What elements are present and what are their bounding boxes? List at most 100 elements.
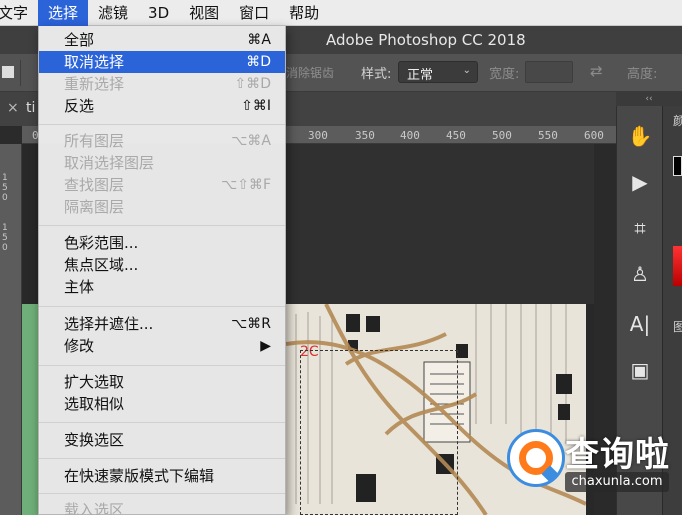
ruler-tick: 5: [2, 233, 8, 243]
menu-item-label: 查找图层: [64, 176, 125, 194]
ruler-tick: 400: [400, 129, 420, 142]
menu-item-label: 修改: [64, 337, 95, 355]
menu-item-all-layers[interactable]: 所有图层 ⌥⌘A: [39, 130, 285, 152]
menu-item-label: 取消选择: [64, 53, 125, 71]
menu-item-quick-mask[interactable]: 在快速蒙版模式下编辑: [39, 465, 285, 487]
menu-separator: [39, 458, 285, 459]
crop-icon[interactable]: ⌗: [626, 214, 654, 242]
menu-separator: [39, 422, 285, 423]
menu-item-deselect[interactable]: 取消选择 ⌘D: [39, 51, 285, 73]
ruler-tick: 0: [2, 243, 8, 253]
menu-item-shortcut: ⌘A: [247, 32, 271, 48]
style-value: 正常: [407, 68, 434, 83]
menu-item-color-range[interactable]: 色彩范围...: [39, 232, 285, 254]
stamp-icon[interactable]: ♙: [626, 260, 654, 288]
color-panel-label[interactable]: 颜: [673, 112, 682, 129]
canvas-pasteboard: [286, 144, 594, 304]
menu-item-shortcut: ⌥⌘A: [231, 133, 271, 149]
menu-item-transform-selection[interactable]: 变换选区: [39, 429, 285, 451]
brush-tool-icon[interactable]: ✋: [626, 122, 654, 150]
color-ramp[interactable]: [673, 246, 682, 286]
menu-separator: [39, 365, 285, 366]
screen: 文字 选择 滤镜 3D 视图 窗口 帮助 Adobe Photoshop CC …: [0, 0, 682, 515]
menu-item-shortcut: ⌥⌘R: [231, 316, 271, 332]
menu-item-modify[interactable]: 修改 ▶: [39, 335, 285, 357]
style-select[interactable]: 正常 ⌄: [398, 61, 478, 83]
menu-separator: [39, 225, 285, 226]
ruler-tick: 5: [2, 183, 8, 193]
menu-item-shortcut: ⇧⌘D: [234, 76, 271, 92]
menu-item-label: 所有图层: [64, 132, 125, 150]
swap-icon[interactable]: ⇄: [590, 62, 603, 80]
3d-cube-icon[interactable]: ▣: [626, 356, 654, 384]
menu-item-inverse[interactable]: 反选 ⇧⌘I: [39, 95, 285, 117]
menu-view[interactable]: 视图: [179, 0, 229, 26]
document-tab[interactable]: ti: [26, 100, 35, 116]
ruler-tick: 550: [538, 129, 558, 142]
menu-item-similar[interactable]: 选取相似: [39, 393, 285, 415]
menu-item-label: 全部: [64, 31, 95, 49]
selection-mode-icon[interactable]: [2, 66, 14, 78]
ruler-tick: 0: [2, 193, 8, 203]
menu-separator: [39, 306, 285, 307]
menu-type[interactable]: 文字: [0, 0, 38, 26]
ruler-tick: 1: [2, 173, 8, 183]
menu-item-label: 焦点区域...: [64, 256, 139, 274]
submenu-arrow-icon: ▶: [260, 338, 271, 354]
chevron-down-icon: ⌄: [462, 65, 471, 76]
menu-item-select-and-mask[interactable]: 选择并遮住... ⌥⌘R: [39, 313, 285, 335]
menu-item-find-layers[interactable]: 查找图层 ⌥⇧⌘F: [39, 174, 285, 196]
menu-item-deselect-layers[interactable]: 取消选择图层: [39, 152, 285, 174]
menu-item-shortcut: ⌘D: [246, 54, 271, 70]
watermark-title: 查询啦: [565, 435, 670, 475]
width-field[interactable]: [525, 61, 573, 83]
menu-item-all[interactable]: 全部 ⌘A: [39, 29, 285, 51]
menu-item-label: 取消选择图层: [64, 154, 155, 172]
menu-item-label: 隔离图层: [64, 198, 125, 216]
width-label: 宽度:: [489, 67, 520, 82]
menu-item-label: 重新选择: [64, 75, 125, 93]
menu-item-focus-area[interactable]: 焦点区域...: [39, 254, 285, 276]
menu-item-subject[interactable]: 主体: [39, 276, 285, 298]
menu-item-label: 在快速蒙版模式下编辑: [64, 467, 215, 485]
options-divider: [20, 60, 21, 86]
ruler-tick: 600: [584, 129, 604, 142]
height-label: 高度:: [627, 67, 658, 82]
menu-item-isolate-layers[interactable]: 隔离图层: [39, 196, 285, 218]
antialias-label[interactable]: 消除锯齿: [286, 64, 334, 81]
menu-item-label: 扩大选取: [64, 373, 125, 391]
menu-3d[interactable]: 3D: [138, 0, 179, 26]
menubar: 文字 选择 滤镜 3D 视图 窗口 帮助: [0, 0, 682, 26]
ruler-tick: 500: [492, 129, 512, 142]
ruler-tick: 450: [446, 129, 466, 142]
menu-item-grow[interactable]: 扩大选取: [39, 371, 285, 393]
select-menu-dropdown: 全部 ⌘A 取消选择 ⌘D 重新选择 ⇧⌘D 反选 ⇧⌘I 所有图层 ⌥⌘A 取…: [38, 26, 286, 515]
menu-filter[interactable]: 滤镜: [88, 0, 138, 26]
selection-marquee[interactable]: [300, 350, 458, 515]
menu-item-label: 载入选区: [64, 501, 125, 515]
vertical-ruler: 1 5 0 1 5 0: [0, 144, 22, 515]
play-icon[interactable]: ▶: [626, 168, 654, 196]
layers-panel-label[interactable]: 图: [673, 318, 682, 335]
foreground-swatch[interactable]: [673, 156, 682, 176]
menu-item-label: 选取相似: [64, 395, 125, 413]
panel-collapse-button[interactable]: ‹‹: [616, 92, 682, 106]
ruler-tick: 300: [308, 129, 328, 142]
menu-item-load-selection[interactable]: 载入选区: [39, 499, 285, 515]
watermark: 查询啦 chaxunla.com: [503, 425, 671, 495]
menu-item-shortcut: ⇧⌘I: [241, 98, 271, 114]
menu-select[interactable]: 选择: [38, 0, 89, 26]
menu-help[interactable]: 帮助: [279, 0, 329, 26]
menu-item-label: 变换选区: [64, 431, 125, 449]
ruler-tick: 350: [355, 129, 375, 142]
menu-separator: [39, 124, 285, 125]
menu-window[interactable]: 窗口: [229, 0, 279, 26]
style-label: 样式:: [361, 67, 392, 82]
window-title: Adobe Photoshop CC 2018: [326, 31, 526, 49]
type-icon[interactable]: A|: [626, 310, 654, 338]
ruler-tick: 1: [2, 223, 8, 233]
menu-item-label: 色彩范围...: [64, 234, 139, 252]
menu-separator: [39, 493, 285, 494]
close-icon[interactable]: ×: [7, 100, 19, 116]
menu-item-reselect[interactable]: 重新选择 ⇧⌘D: [39, 73, 285, 95]
